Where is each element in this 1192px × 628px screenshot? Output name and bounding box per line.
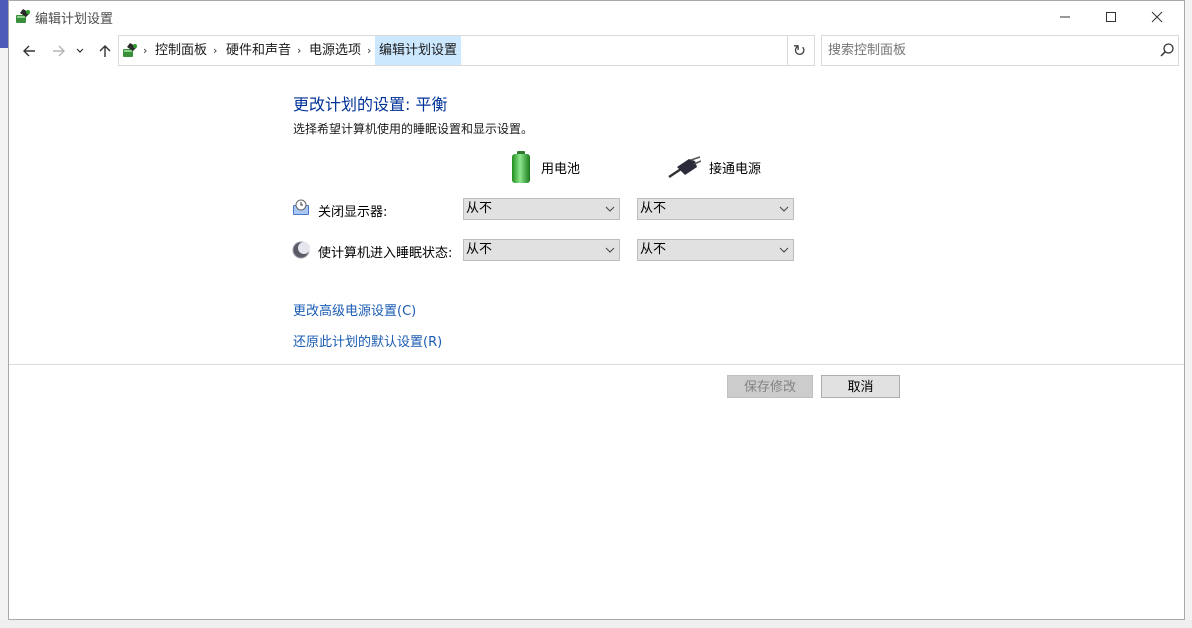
page-subtitle: 选择希望计算机使用的睡眠设置和显示设置。 [293,122,534,136]
minimize-button[interactable] [1042,1,1088,32]
background-bottom-window [0,620,1192,628]
plugged-column-label: 接通电源 [709,161,762,177]
close-button[interactable] [1134,1,1180,32]
sleep-plugged-select[interactable]: 从不 [637,239,794,261]
column-header-battery: 用电池 [509,151,580,183]
sleep-label: 使计算机进入睡眠状态: [318,246,453,261]
edit-plan-settings-window: 编辑计划设置 › 控制面板 › 硬件和声音 › 电源选项 › 编辑计划设置 ↻ … [8,0,1185,620]
search-icon[interactable] [1159,42,1175,58]
chevron-down-icon [779,206,789,212]
control-panel-icon [123,43,137,57]
title-bar[interactable]: 编辑计划设置 [9,1,1184,32]
arrow-left-icon [23,45,35,57]
cancel-button[interactable]: 取消 [821,375,900,398]
breadcrumb-separator-icon[interactable]: › [367,36,371,65]
sleep-battery-select[interactable]: 从不 [463,239,620,261]
advanced-power-settings-link[interactable]: 更改高级电源设置(C) [293,300,416,319]
maximize-button[interactable] [1088,1,1134,32]
breadcrumb-separator-icon[interactable]: › [143,36,147,65]
arrow-right-icon [53,45,65,57]
maximize-icon [1106,11,1116,22]
footer-divider [9,364,1184,365]
minimize-icon [1060,16,1070,17]
chevron-down-icon [605,206,615,212]
background-app-header [0,0,8,48]
chevron-down-icon [779,247,789,253]
close-icon [1151,11,1163,22]
sleep-plugged-value: 从不 [640,242,667,257]
arrow-up-icon [99,45,111,57]
chevron-down-icon [76,48,84,53]
restore-defaults-link[interactable]: 还原此计划的默认设置(R) [293,331,442,350]
power-options-icon [16,9,30,23]
breadcrumb-hardware-sound[interactable]: 硬件和声音 [226,36,291,65]
background-right-window [1184,0,1192,628]
refresh-button[interactable]: ↻ [785,35,815,66]
up-button[interactable] [94,40,116,62]
breadcrumb-separator-icon[interactable]: › [297,36,301,65]
save-changes-button[interactable]: 保存修改 [727,375,813,398]
power-plug-icon [668,156,701,179]
forward-button[interactable] [48,40,70,62]
turn-off-display-label: 关闭显示器: [318,205,388,220]
page-title: 更改计划的设置: 平衡 [293,95,448,114]
sleep-moon-icon [292,241,310,259]
display-plugged-value: 从不 [640,201,667,216]
refresh-icon: ↻ [792,41,807,60]
display-plugged-select[interactable]: 从不 [637,198,794,220]
display-clock-icon [293,199,309,215]
battery-icon [512,151,530,183]
chevron-down-icon [605,247,615,253]
display-battery-value: 从不 [466,201,493,216]
window-title: 编辑计划设置 [35,12,114,27]
navigation-bar: › 控制面板 › 硬件和声音 › 电源选项 › 编辑计划设置 ↻ [9,34,1184,67]
sleep-battery-value: 从不 [466,242,493,257]
breadcrumb-edit-plan-settings[interactable]: 编辑计划设置 [375,36,462,65]
battery-column-label: 用电池 [541,161,581,177]
breadcrumb-separator-icon[interactable]: › [213,36,217,65]
breadcrumb-power-options[interactable]: 电源选项 [309,36,361,65]
back-button[interactable] [18,40,40,62]
address-bar[interactable]: › 控制面板 › 硬件和声音 › 电源选项 › 编辑计划设置 [118,35,880,66]
breadcrumb-control-panel[interactable]: 控制面板 [155,36,207,65]
column-header-plugged: 接通电源 [667,151,761,183]
display-battery-select[interactable]: 从不 [463,198,620,220]
search-input[interactable] [821,35,1179,66]
recent-locations-button[interactable] [73,40,87,62]
